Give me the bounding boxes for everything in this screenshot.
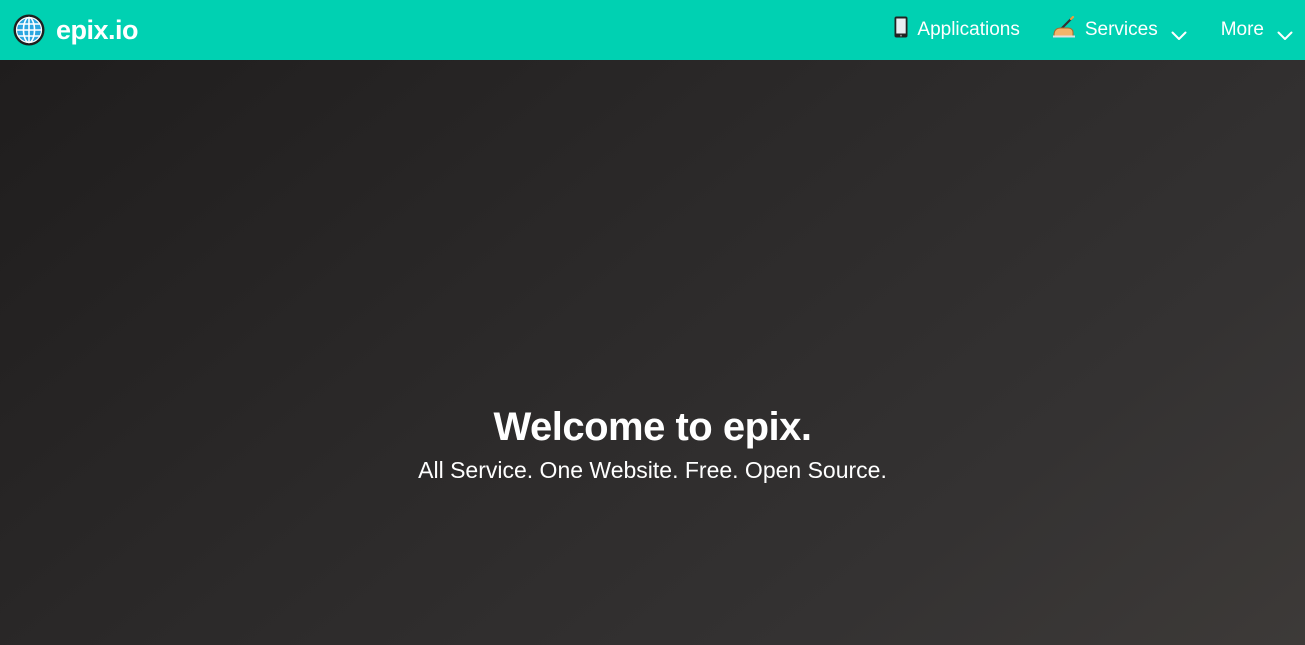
hero-section: Welcome to epix. All Service. One Websit… xyxy=(0,60,1305,645)
navbar-menu: Applications Services More xyxy=(894,0,1305,60)
chevron-down-icon xyxy=(1171,25,1187,40)
nav-item-more[interactable]: More xyxy=(1221,0,1293,60)
top-navbar: epix.io Applications Services More xyxy=(0,0,1305,60)
writing-hand-icon xyxy=(1052,15,1076,44)
brand-name: epix.io xyxy=(56,14,139,45)
mobile-phone-icon xyxy=(894,16,908,44)
nav-item-applications[interactable]: Applications xyxy=(894,0,1020,60)
hero-subtitle: All Service. One Website. Free. Open Sou… xyxy=(418,457,887,483)
nav-item-services[interactable]: Services xyxy=(1052,0,1187,60)
hero-title: Welcome to epix. xyxy=(493,405,812,449)
nav-item-label: More xyxy=(1220,19,1264,40)
globe-icon xyxy=(12,13,46,47)
nav-item-label: Services xyxy=(1084,19,1158,40)
chevron-down-icon xyxy=(1277,25,1293,40)
brand-link[interactable]: epix.io xyxy=(12,13,139,47)
nav-item-label: Applications xyxy=(917,19,1020,40)
